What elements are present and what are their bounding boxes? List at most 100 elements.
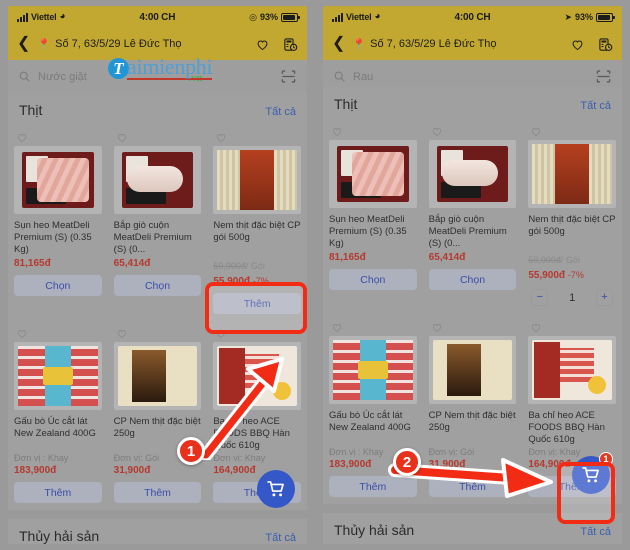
signal-bars-icon [332,12,343,22]
search-input[interactable]: Nước giặt [38,71,273,83]
heart-icon[interactable] [331,322,343,333]
section-title: Thịt [334,96,358,112]
add-to-cart-button[interactable]: Chọn [14,275,102,297]
right-phone-screenshot: Viettel ◕ 4:00 CH ➤ 93% ❮ 📍 Số 7, 63/5/2… [315,0,630,550]
see-all-link[interactable]: Tất cả [580,526,611,538]
heart-icon[interactable] [331,126,343,137]
signal-bars-icon [17,12,28,22]
barcode-scan-icon[interactable] [595,69,612,84]
product-image [213,146,301,214]
section-header-meat: Thịt Tất cả [323,87,622,119]
left-app-bar: ❮ 📍 Số 7, 63/5/29 Lê Đức Thọ [8,28,307,60]
heart-icon[interactable] [530,126,542,137]
product-image [14,146,102,214]
left-phone-screenshot: Viettel ◕ 4:00 CH ◎ 93% ❮ 📍 Số 7, 63/5/2… [0,0,315,550]
product-image [528,336,616,404]
left-screen: Viettel ◕ 4:00 CH ◎ 93% ❮ 📍 Số 7, 63/5/2… [8,6,307,544]
product-image [528,140,616,208]
section-divider [8,510,307,520]
see-all-link[interactable]: Tất cả [265,532,296,544]
battery-percent-label: 93% [574,12,593,22]
barcode-scan-icon[interactable] [280,69,297,84]
product-name: Sụn heo MeatDeli Premium (S) (0.35 Kg) [329,214,407,250]
heart-icon[interactable] [255,37,270,52]
section-title: Thịt [19,102,43,118]
product-price-row: 55,900đ -7% [528,270,616,281]
heart-icon[interactable] [431,126,443,137]
product-name: Gấu bò Úc cắt lát New Zealand 400G [329,410,411,434]
left-search-bar[interactable]: Nước giặt [8,60,307,93]
battery-icon [596,12,615,22]
see-all-link[interactable]: Tất cả [265,106,296,118]
product-old-unit: / Gói [560,255,580,265]
product-card[interactable]: Bắp giò cuộn MeatDeli Premium (S) (0... … [423,119,523,315]
product-name: Bắp giò cuộn MeatDeli Premium (S) (0... [113,220,192,256]
map-pin-icon: 📍 [37,38,52,51]
back-chevron-icon[interactable]: ❮ [332,36,345,52]
heart-icon[interactable] [16,132,28,143]
product-price: 81,165đ [329,252,366,264]
wifi-icon: ◕ [59,11,66,22]
heart-icon[interactable] [431,322,443,333]
product-old-price: 59,900đ [528,255,561,265]
see-all-link[interactable]: Tất cả [580,100,611,112]
address-selector[interactable]: 📍 Số 7, 63/5/29 Lê Đức Thọ [37,38,248,51]
product-price: 65,414đ [113,258,151,270]
product-name: Bắp giò cuộn MeatDeli Premium (S) (0... [428,214,507,250]
heart-icon[interactable] [16,328,28,339]
section-header-meat: Thịt Tất cả [8,93,307,125]
product-name: Nem thịt đặc biệt CP gói 500g [213,220,301,244]
section-title: Thủy hải sản [334,522,415,538]
product-image [329,140,417,208]
product-discount: -7% [567,270,584,280]
screenshot-stage: Viettel ◕ 4:00 CH ◎ 93% ❮ 📍 Số 7, 63/5/2… [0,0,630,550]
product-image [113,146,202,214]
section-header-seafood: Thủy hải sản Tất cả [8,519,307,544]
wifi-icon: ◕ [374,11,381,22]
add-to-cart-button[interactable]: Thêm [113,482,202,503]
left-status-bar: Viettel ◕ 4:00 CH ◎ 93% [8,6,307,28]
search-input[interactable]: Rau [353,71,588,83]
product-image [14,342,102,410]
increase-quantity-button[interactable]: + [595,289,613,306]
product-old-price-row: 59,900đ/ Gói [213,256,301,274]
add-to-cart-button[interactable]: Chọn [329,269,417,291]
product-old-price: 59,900đ [213,261,246,271]
address-selector[interactable]: 📍 Số 7, 63/5/29 Lê Đức Thọ [352,38,563,51]
product-card[interactable]: Bắp giò cuộn MeatDeli Premium (S) (0... … [108,125,208,321]
search-icon [19,71,30,82]
product-name: Gấu bò Úc cắt lát New Zealand 400G [14,416,96,440]
heart-icon[interactable] [116,132,128,143]
product-price: 55,900đ [528,270,566,281]
add-to-cart-button[interactable]: Thêm [14,482,102,503]
location-arrow-icon: ◎ [249,11,257,22]
heart-icon[interactable] [530,322,542,333]
decrease-quantity-button[interactable]: − [531,289,549,306]
product-card[interactable]: Sụn heo MeatDeli Premium (S) (0.35 Kg) 8… [323,119,423,315]
highlight-add-button-left [205,282,307,334]
add-to-cart-button[interactable]: Chọn [428,269,517,291]
add-to-cart-button[interactable]: Chọn [113,275,202,297]
section-title: Thủy hải sản [19,528,100,544]
heart-icon[interactable] [570,37,585,52]
product-image [428,336,517,404]
product-card[interactable]: Nem thịt đặc biệt CP gói 500g 59,900đ/ G… [522,119,622,315]
order-history-icon[interactable] [598,37,613,52]
product-name: Nem thịt đặc biệt CP gói 500g [528,214,616,238]
battery-percent-label: 93% [259,12,278,22]
map-pin-icon: 📍 [352,38,367,51]
address-label: Số 7, 63/5/29 Lê Đức Thọ [370,38,497,50]
location-arrow-icon: ➤ [564,11,572,22]
product-card[interactable]: Gấu bò Úc cắt lát New Zealand 400G Đơn v… [8,321,108,510]
product-name: Ba chỉ heo ACE FOODS BBQ Hàn Quốc 610g [528,410,605,446]
heart-icon[interactable] [116,328,128,339]
product-card[interactable]: Sụn heo MeatDeli Premium (S) (0.35 Kg) 8… [8,125,108,321]
quantity-stepper[interactable]: − 1 + [528,287,616,308]
product-image [428,140,517,208]
order-history-icon[interactable] [283,37,298,52]
heart-icon[interactable] [215,132,227,143]
annotation-step-badge-2: 2 [393,448,421,476]
back-chevron-icon[interactable]: ❮ [17,36,30,52]
floating-cart-button[interactable] [257,470,295,508]
product-name: CP Nem thịt đặc biệt 250g [428,410,516,434]
